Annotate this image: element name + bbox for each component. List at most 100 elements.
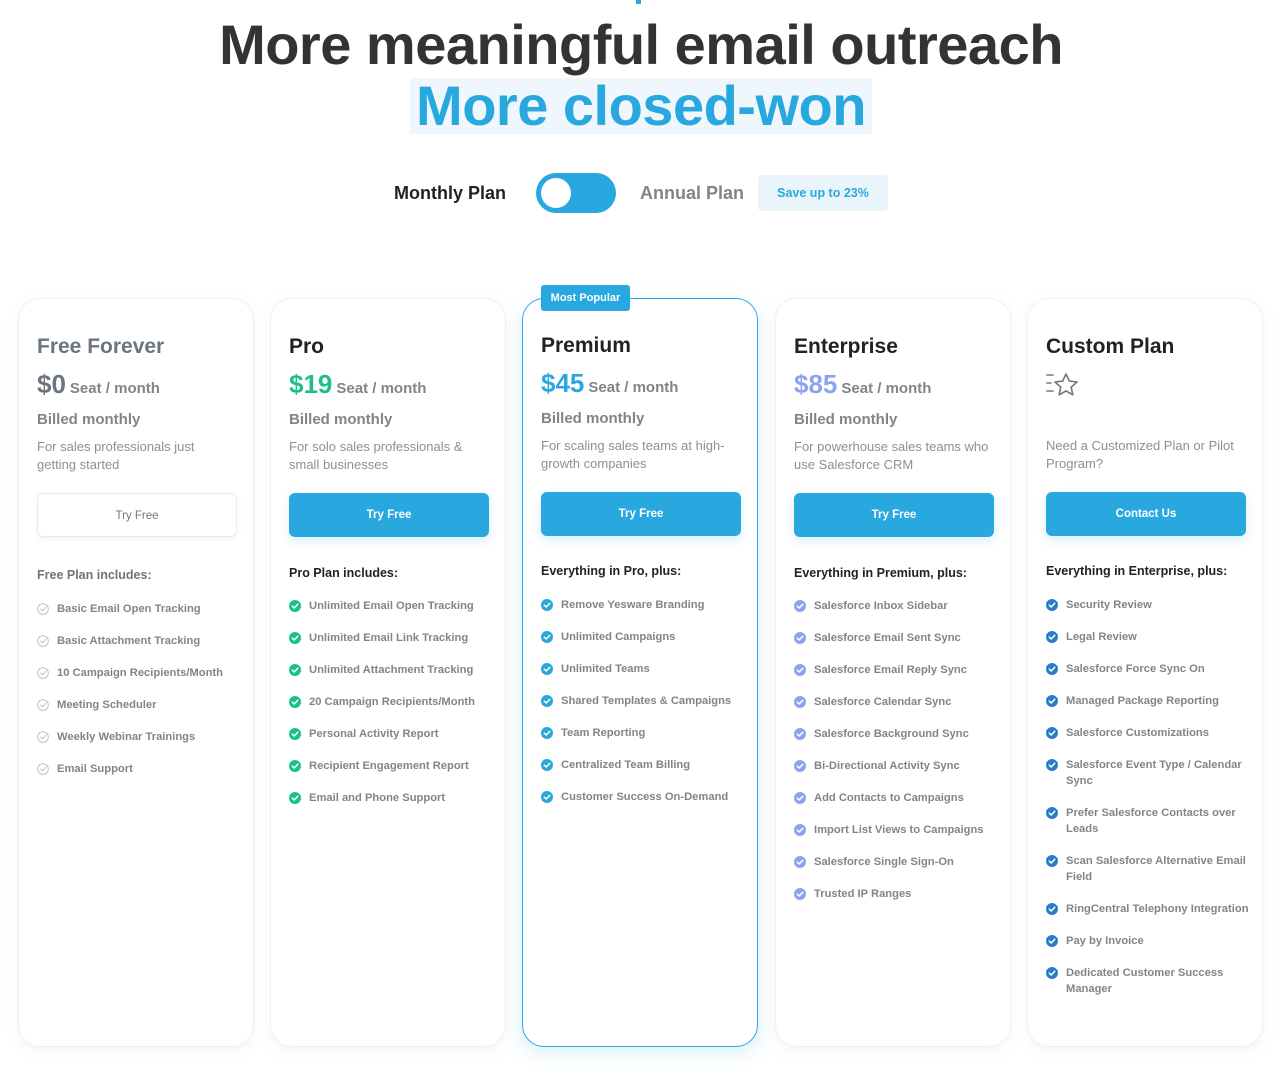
- feature-label: RingCentral Telephony Integration: [1066, 903, 1249, 915]
- check-circle-icon: [794, 664, 806, 676]
- feature-item: RingCentral Telephony Integration: [1046, 901, 1251, 917]
- feature-label: Meeting Scheduler: [57, 699, 157, 711]
- try-free-button[interactable]: Try Free: [794, 493, 994, 537]
- plan-name: Premium: [541, 334, 631, 357]
- star-speed-icon: [1046, 371, 1080, 399]
- feature-item: Salesforce Force Sync On: [1046, 661, 1251, 677]
- price-row: $45 Seat / month: [541, 368, 678, 399]
- check-circle-icon: [794, 696, 806, 708]
- feature-label: Recipient Engagement Report: [309, 760, 469, 772]
- feature-item: 10 Campaign Recipients/Month: [37, 665, 242, 681]
- check-circle-icon: [1046, 807, 1058, 819]
- price-row: $19 Seat / month: [289, 369, 426, 400]
- check-circle-icon: [541, 663, 553, 675]
- feature-item: Basic Email Open Tracking: [37, 601, 242, 617]
- feature-item: Unlimited Campaigns: [541, 629, 746, 645]
- plan-description: For powerhouse sales teams who use Sales…: [794, 439, 989, 472]
- feature-label: Unlimited Attachment Tracking: [309, 664, 474, 676]
- plan-card-enterprise: Enterprise $85 Seat / month Billed monthl…: [775, 298, 1011, 1047]
- feature-item: Salesforce Calendar Sync: [794, 694, 999, 710]
- feature-item: Customer Success On-Demand: [541, 789, 746, 805]
- price-row: $85 Seat / month: [794, 369, 931, 400]
- feature-label: Salesforce Force Sync On: [1066, 663, 1205, 675]
- hero-title: More meaningful email outreach: [219, 13, 1063, 76]
- check-circle-icon: [541, 631, 553, 643]
- feature-item: Recipient Engagement Report: [289, 758, 494, 774]
- feature-item: Basic Attachment Tracking: [37, 633, 242, 649]
- feature-item: Security Review: [1046, 597, 1251, 613]
- plan-card-premium: Premium $45 Seat / month Billed monthly F…: [522, 298, 758, 1047]
- feature-item: Weekly Webinar Trainings: [37, 729, 242, 745]
- check-circle-icon: [794, 792, 806, 804]
- feature-item: Unlimited Teams: [541, 661, 746, 677]
- feature-item: Remove Yesware Branding: [541, 597, 746, 613]
- feature-item: Salesforce Inbox Sidebar: [794, 598, 999, 614]
- feature-label: Email and Phone Support: [309, 792, 446, 804]
- check-circle-icon: [794, 856, 806, 868]
- feature-item: Prefer Salesforce Contacts over Leads: [1046, 805, 1251, 837]
- feature-label: Salesforce Email Reply Sync: [814, 664, 967, 676]
- hero-header: More meaningful email outreach More clos…: [0, 12, 1282, 134]
- plan-price: $85: [794, 369, 838, 399]
- feature-item: Unlimited Email Link Tracking: [289, 630, 494, 646]
- feature-label: Legal Review: [1066, 631, 1137, 643]
- check-circle-icon: [1046, 599, 1058, 611]
- feature-item: Personal Activity Report: [289, 726, 494, 742]
- check-circle-icon: [1046, 727, 1058, 739]
- monthly-plan-label[interactable]: Monthly Plan: [394, 183, 506, 204]
- check-circle-icon: [289, 664, 301, 676]
- try-free-button[interactable]: Try Free: [37, 493, 237, 537]
- annual-plan-label[interactable]: Annual Plan: [640, 183, 744, 204]
- feature-item: Salesforce Email Sent Sync: [794, 630, 999, 646]
- feature-item: Import List Views to Campaigns: [794, 822, 999, 838]
- try-free-button[interactable]: Try Free: [289, 493, 489, 537]
- most-popular-badge: Most Popular: [541, 285, 630, 311]
- check-circle-icon: [1046, 663, 1058, 675]
- feature-label: Remove Yesware Branding: [561, 599, 705, 611]
- billing-period-toggle[interactable]: [536, 173, 616, 213]
- feature-item: Salesforce Email Reply Sync: [794, 662, 999, 678]
- try-free-button[interactable]: Try Free: [541, 492, 741, 536]
- plan-description: For sales professionals just getting sta…: [37, 439, 195, 472]
- top-accent-mark: [636, 0, 641, 4]
- feature-label: Unlimited Teams: [561, 663, 650, 675]
- price-unit: Seat / month: [336, 380, 427, 397]
- feature-label: Dedicated Customer Success Manager: [1066, 967, 1224, 995]
- feature-item: Pay by Invoice: [1046, 933, 1251, 949]
- feature-list: Basic Email Open Tracking Basic Attachmen…: [37, 601, 242, 793]
- feature-label: Prefer Salesforce Contacts over Leads: [1066, 807, 1236, 835]
- feature-item: Meeting Scheduler: [37, 697, 242, 713]
- check-circle-icon: [794, 632, 806, 644]
- billing-note: Billed monthly: [794, 411, 898, 428]
- feature-list: Unlimited Email Open Tracking Unlimited E…: [289, 598, 494, 822]
- check-circle-icon: [289, 728, 301, 740]
- check-circle-icon: [794, 824, 806, 836]
- feature-label: Shared Templates & Campaigns: [561, 695, 732, 707]
- check-circle-icon: [541, 759, 553, 771]
- feature-label: 10 Campaign Recipients/Month: [57, 667, 223, 679]
- feature-label: Personal Activity Report: [309, 728, 439, 740]
- feature-item: Team Reporting: [541, 725, 746, 741]
- feature-label: 20 Campaign Recipients/Month: [309, 696, 475, 708]
- feature-label: Pay by Invoice: [1066, 935, 1144, 947]
- check-circle-icon: [541, 727, 553, 739]
- check-circle-outline-icon: [37, 635, 49, 647]
- check-circle-outline-icon: [37, 667, 49, 679]
- plan-card-free: Free Forever $0 Seat / month Billed month…: [18, 298, 254, 1047]
- feature-item: Bi-Directional Activity Sync: [794, 758, 999, 774]
- feature-label: Salesforce Customizations: [1066, 727, 1209, 739]
- billing-toggle-row: Monthly Plan Annual Plan Save up to 23%: [0, 172, 1282, 214]
- feature-list: Security Review Legal Review Salesforce Fo…: [1046, 597, 1251, 1013]
- billing-note: Billed monthly: [541, 410, 645, 427]
- plan-price: $45: [541, 368, 585, 398]
- check-circle-icon: [1046, 967, 1058, 979]
- check-circle-icon: [289, 760, 301, 772]
- contact-us-button[interactable]: Contact Us: [1046, 492, 1246, 536]
- plan-card-pro: Pro $19 Seat / month Billed monthly For s…: [270, 298, 506, 1047]
- check-circle-icon: [541, 791, 553, 803]
- check-circle-icon: [794, 728, 806, 740]
- plan-description: Need a Customized Plan or Pilot Program?: [1046, 438, 1234, 471]
- check-circle-outline-icon: [37, 763, 49, 775]
- check-circle-outline-icon: [37, 603, 49, 615]
- feature-label: Salesforce Background Sync: [814, 728, 969, 740]
